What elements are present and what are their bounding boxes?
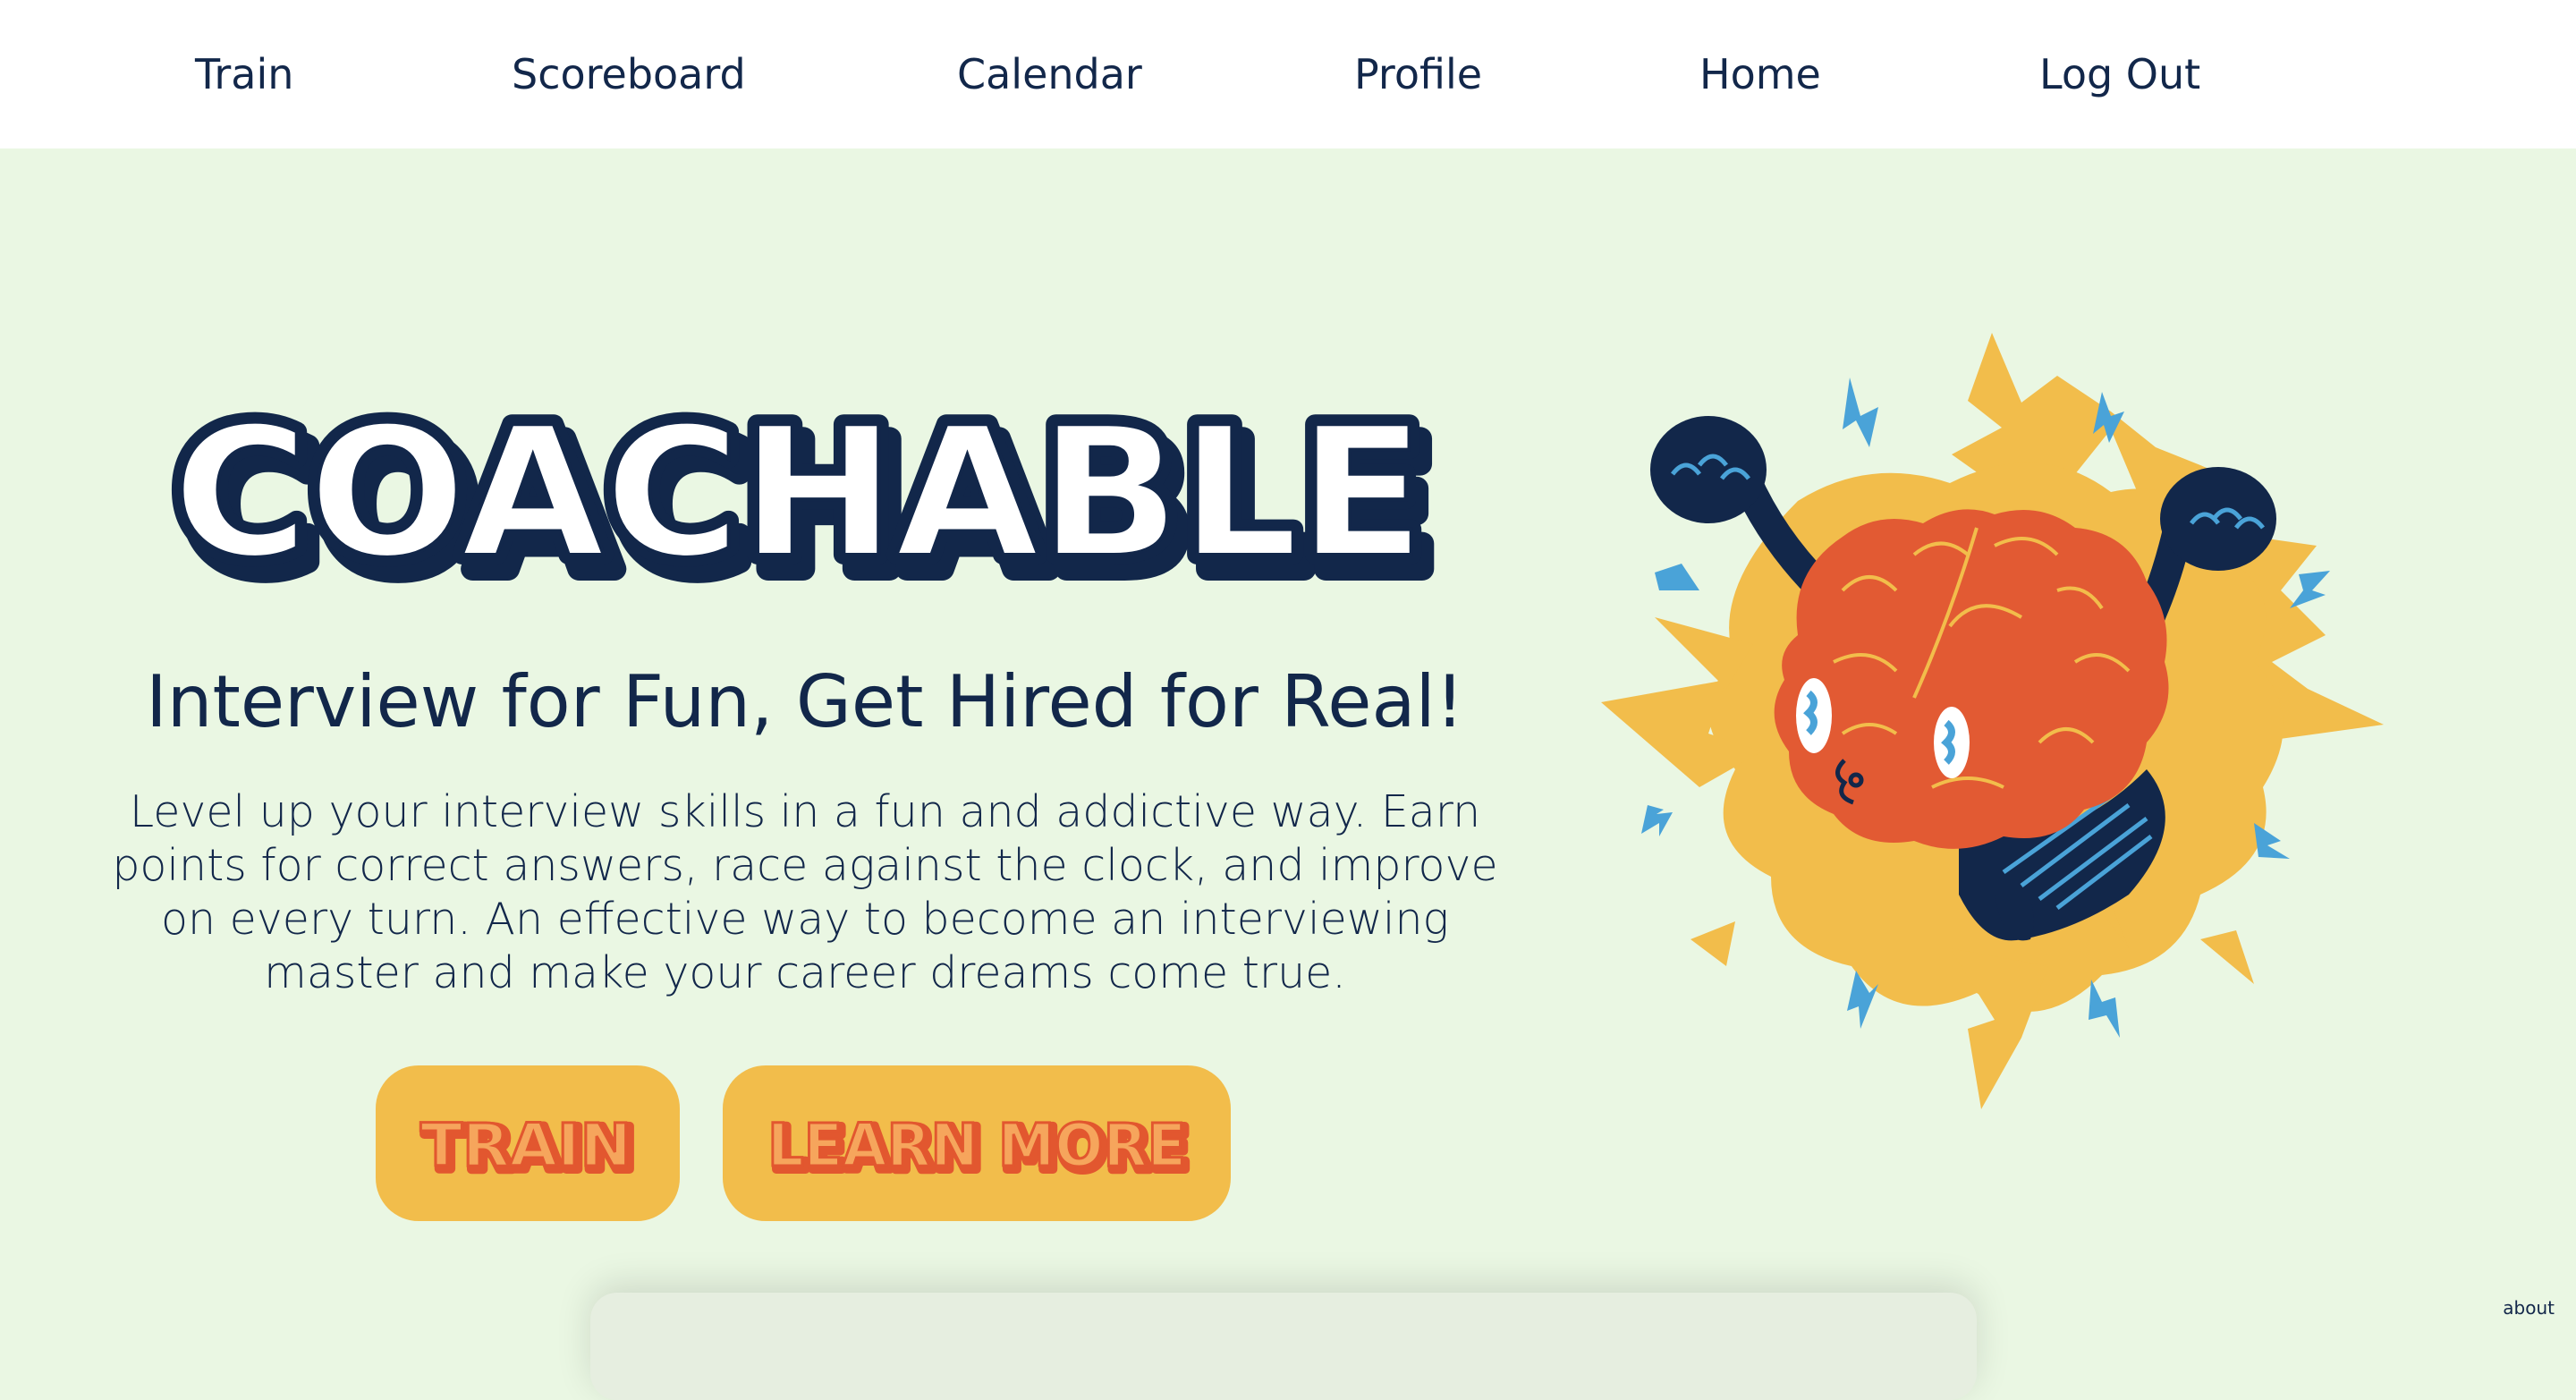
learn-more-button[interactable]: LEARN MORE LEARN MORE [723, 1065, 1231, 1221]
brain-head [1774, 509, 2169, 849]
nav-link-home[interactable]: Home [1699, 45, 1821, 104]
coachable-logo: COACHABLE COACHABLE COACHABLE [107, 376, 1512, 617]
about-link[interactable]: about [2503, 1297, 2555, 1319]
train-button-label: TRAIN [420, 1111, 631, 1180]
logo-text-face: COACHABLE [173, 389, 1425, 598]
nav-link-log-out[interactable]: Log Out [2039, 45, 2200, 104]
learn-more-button-label-graphic: LEARN MORE LEARN MORE [767, 1110, 1195, 1189]
nav-link-profile[interactable]: Profile [1354, 45, 1482, 104]
bottom-content-card [590, 1293, 1977, 1400]
hero-tagline: Interview for Fun, Get Hired for Real! [146, 660, 1464, 743]
hero-description: Level up your interview skills in a fun … [112, 786, 1498, 998]
train-button-label-graphic: TRAIN TRAIN [419, 1110, 640, 1189]
nav-link-train[interactable]: Train [195, 45, 293, 104]
top-navbar: Train Scoreboard Calendar Profile Home L… [0, 0, 2576, 148]
nav-link-calendar[interactable]: Calendar [957, 45, 1142, 104]
coachable-logo-graphic: COACHABLE COACHABLE COACHABLE [163, 379, 1447, 617]
excited-brain-mascot-icon [1574, 322, 2415, 1127]
train-button[interactable]: TRAIN TRAIN [376, 1065, 680, 1221]
nav-link-scoreboard[interactable]: Scoreboard [512, 45, 746, 104]
learn-more-button-label: LEARN MORE [767, 1111, 1186, 1180]
